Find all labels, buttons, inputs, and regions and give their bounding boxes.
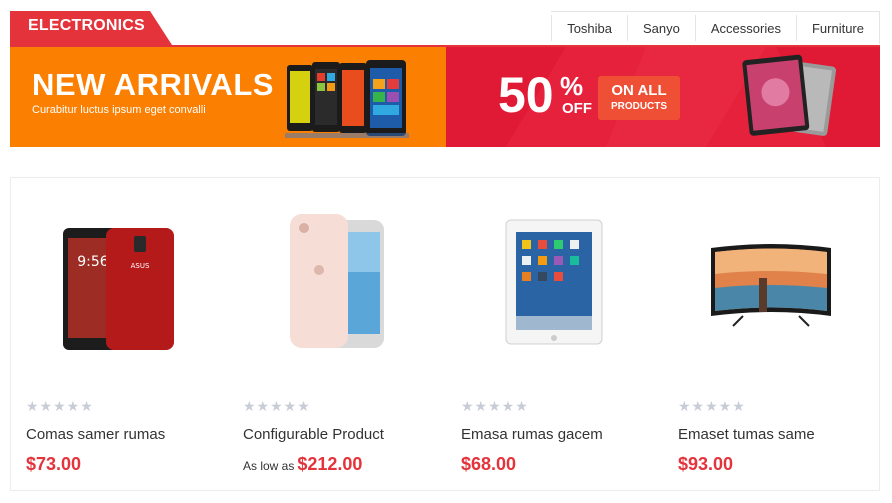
product-image[interactable] [663,208,863,358]
category-nav: Toshiba Sanyo Accessories Furniture [551,11,880,44]
rating-stars: ★★★★★ [243,398,311,414]
product-card[interactable]: ★★★★★ Configurable Product As low as $212… [228,178,428,492]
nav-item-toshiba[interactable]: Toshiba [551,15,627,41]
windows-phones-image [285,60,409,138]
promo-banner[interactable]: NEW ARRIVALS Curabitur luctus ipsum eget… [10,47,880,147]
product-name[interactable]: Emaset tumas same [678,426,815,443]
product-card[interactable]: ★★★★★ Emasa rumas gacem $68.00 [446,178,646,492]
product-image[interactable]: 9:56 ASUS [11,208,211,358]
price-prefix: As low as [243,459,295,473]
percent-sign: % [560,71,584,101]
product-name[interactable]: Configurable Product [243,426,384,443]
nav-item-furniture[interactable]: Furniture [795,15,879,41]
product-price: $93.00 [678,454,733,475]
on-all-products-badge: ON ALL PRODUCTS [598,76,680,120]
product-price: $73.00 [26,454,81,475]
nav-item-sanyo[interactable]: Sanyo [627,15,695,41]
price-value: $73.00 [26,454,82,474]
product-image[interactable] [446,208,646,358]
product-grid: 9:56 ASUS ★★★★★ Comas samer rumas $73.00… [10,177,880,491]
rating-stars: ★★★★★ [26,398,94,414]
off-label: OFF [562,100,592,117]
banner-subtitle: Curabitur luctus ipsum eget convalli [32,104,206,116]
category-header: ELECTRONICS Toshiba Sanyo Accessories Fu… [10,11,880,47]
nav-item-accessories[interactable]: Accessories [694,15,796,41]
product-card[interactable]: ★★★★★ Emaset tumas same $93.00 [663,178,863,492]
price-value: $212.00 [297,454,363,474]
product-name[interactable]: Comas samer rumas [26,426,165,443]
price-value: $93.00 [678,454,734,474]
svg-text:ASUS: ASUS [131,262,150,270]
product-price: $68.00 [461,454,516,475]
svg-text:9:56: 9:56 [77,254,109,270]
rating-stars: ★★★★★ [461,398,529,414]
product-card[interactable]: 9:56 ASUS ★★★★★ Comas samer rumas $73.00 [11,178,211,492]
on-all-label: ON ALL [611,82,667,99]
discount-value: 50 [498,67,554,123]
rating-stars: ★★★★★ [678,398,746,414]
product-price: As low as $212.00 [243,454,362,475]
tablets-image [742,54,837,136]
product-image[interactable] [228,208,428,358]
banner-title: NEW ARRIVALS [32,67,274,102]
product-name[interactable]: Emasa rumas gacem [461,426,603,443]
products-label: PRODUCTS [610,101,668,112]
category-title[interactable]: ELECTRONICS [10,11,172,45]
price-value: $68.00 [461,454,517,474]
